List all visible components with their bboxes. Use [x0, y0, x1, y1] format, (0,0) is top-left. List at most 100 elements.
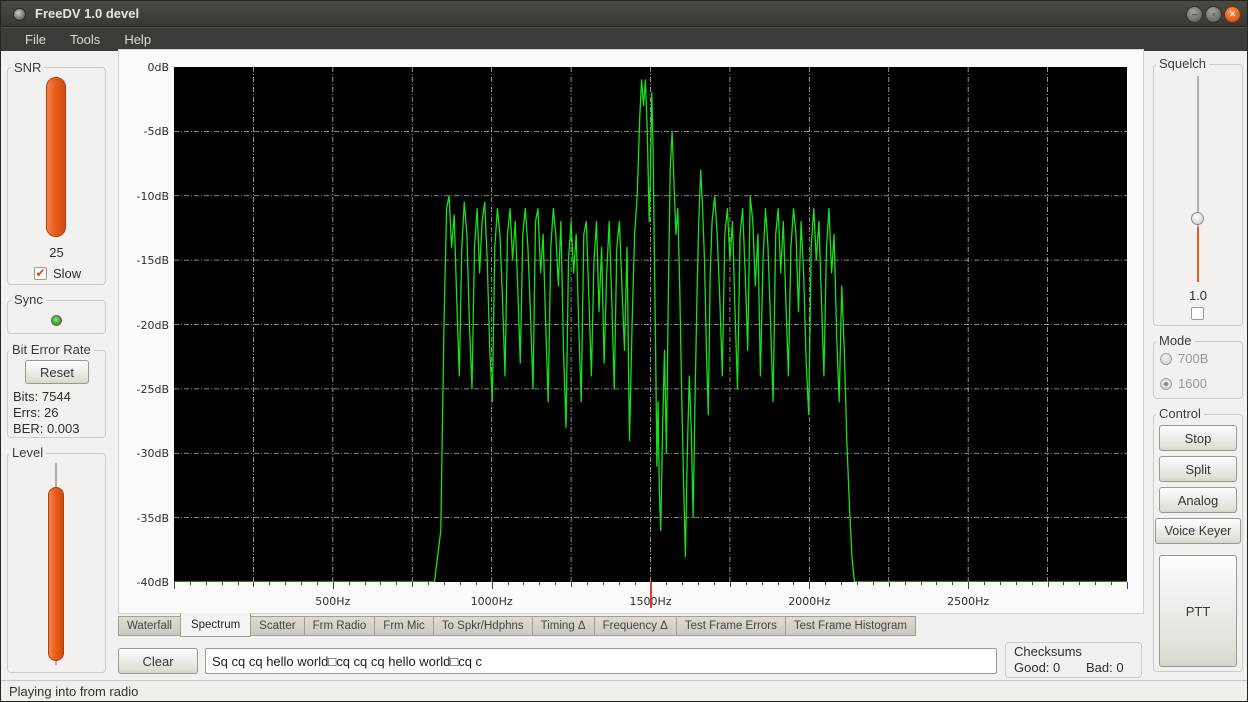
check-icon: ✔ [35, 266, 45, 280]
squelch-slider-fill [1197, 227, 1199, 282]
axis-tick [508, 582, 509, 585]
tab-frequency[interactable]: Frequency Δ [594, 616, 677, 636]
clear-button[interactable]: Clear [118, 648, 198, 674]
radio-icon [1160, 378, 1172, 390]
axis-tick [603, 582, 604, 585]
axis-tick [873, 582, 874, 585]
y-axis-label: -15dB [119, 254, 169, 267]
spectrum-panel: 0dB-5dB-10dB-15dB-20dB-25dB-30dB-35dB-40… [118, 49, 1144, 614]
axis-tick [333, 582, 334, 589]
tab-frm-mic[interactable]: Frm Mic [374, 616, 434, 636]
tab-scatter[interactable]: Scatter [250, 616, 304, 636]
slow-checkbox[interactable]: ✔ [34, 267, 47, 280]
bits-stat: Bits: 7544 [13, 389, 71, 404]
mode-groupbox: 700B 1600 [1153, 341, 1243, 399]
tab-frm-radio[interactable]: Frm Radio [304, 616, 376, 636]
squelch-group-label: Squelch [1156, 56, 1209, 71]
tab-test-frame-histogram[interactable]: Test Frame Histogram [785, 616, 916, 636]
axis-tick [857, 582, 858, 585]
stop-button[interactable]: Stop [1159, 425, 1237, 451]
axis-tick [968, 582, 969, 589]
level-meter [48, 487, 64, 661]
y-axis-label: 0dB [119, 61, 169, 74]
x-axis-label: 1000Hz [462, 595, 522, 608]
y-axis-label: -25dB [119, 383, 169, 396]
slow-checkbox-label: Slow [53, 266, 81, 281]
close-button[interactable]: ✕ [1224, 6, 1241, 23]
axis-tick [428, 582, 429, 585]
axis-tick [746, 582, 747, 585]
spectrum-plot-area[interactable] [174, 67, 1127, 582]
radio-700b[interactable]: 700B [1160, 351, 1208, 366]
tab-timing[interactable]: Timing Δ [532, 616, 595, 636]
axis-tick [222, 582, 223, 585]
x-axis-label: 500Hz [303, 595, 363, 608]
y-axis-label: -30dB [119, 447, 169, 460]
tab-test-frame-errors[interactable]: Test Frame Errors [676, 616, 786, 636]
tab-waterfall[interactable]: Waterfall [118, 616, 181, 636]
axis-tick [762, 582, 763, 585]
squelch-checkbox[interactable] [1191, 307, 1204, 320]
analog-button[interactable]: Analog [1159, 487, 1237, 513]
spectrum-chart [174, 67, 1127, 582]
axis-tick [253, 582, 254, 587]
axis-tick [714, 582, 715, 585]
menu-item-help[interactable]: Help [114, 30, 161, 49]
axis-tick [539, 582, 540, 585]
y-axis-label: -35dB [119, 512, 169, 525]
tab-to-spkr-hdphns[interactable]: To Spkr/Hdphns [433, 616, 533, 636]
axis-tick [666, 582, 667, 585]
received-text-field[interactable] [205, 648, 997, 674]
axis-tick [1127, 582, 1128, 589]
voice-keyer-button[interactable]: Voice Keyer [1155, 518, 1241, 544]
squelch-slider-thumb[interactable] [1191, 212, 1204, 225]
axis-tick [190, 582, 191, 585]
app-window: FreeDV 1.0 devel –▫✕ FileToolsHelp SNR 2… [0, 0, 1248, 702]
freq-marker[interactable] [650, 582, 652, 608]
errs-stat: Errs: 26 [13, 405, 59, 420]
y-axis-label: -10dB [119, 190, 169, 203]
ptt-button[interactable]: PTT [1159, 555, 1237, 667]
status-text: Playing into from radio [9, 684, 138, 699]
axis-tick [571, 582, 572, 587]
axis-tick [730, 582, 731, 587]
y-axis-label: -5dB [119, 125, 169, 138]
axis-tick [698, 582, 699, 585]
axis-tick [587, 582, 588, 585]
split-button[interactable]: Split [1159, 456, 1237, 482]
menu-bar: FileToolsHelp [1, 27, 1248, 51]
axis-tick [905, 582, 906, 585]
reset-button[interactable]: Reset [25, 360, 89, 384]
x-axis-label: 2500Hz [938, 595, 998, 608]
app-icon [13, 8, 26, 21]
axis-tick [460, 582, 461, 585]
y-axis-label: -40dB [119, 576, 169, 589]
axis-tick [635, 582, 636, 585]
menu-item-tools[interactable]: Tools [60, 30, 110, 49]
axis-tick [206, 582, 207, 585]
radio-1600[interactable]: 1600 [1160, 376, 1207, 391]
control-buttons: Stop Split Analog Voice Keyer PTT [1153, 414, 1243, 672]
minimize-button[interactable]: – [1186, 6, 1203, 23]
squelch-value: 1.0 [1153, 288, 1243, 303]
axis-tick [825, 582, 826, 585]
tab-strip: WaterfallSpectrumScatterFrm RadioFrm Mic… [118, 614, 915, 638]
menu-item-file[interactable]: File [15, 30, 56, 49]
sync-group-label: Sync [11, 292, 46, 307]
axis-tick [269, 582, 270, 585]
ber-stat: BER: 0.003 [13, 421, 80, 436]
axis-tick [1048, 582, 1049, 587]
radio-icon [1160, 353, 1172, 365]
axis-tick [682, 582, 683, 585]
axis-tick [349, 582, 350, 585]
axis-tick [778, 582, 779, 585]
axis-tick [523, 582, 524, 585]
mode-group-label: Mode [1156, 333, 1195, 348]
maximize-button[interactable]: ▫ [1205, 6, 1222, 23]
tab-spectrum[interactable]: Spectrum [180, 613, 251, 637]
radio-label: 1600 [1178, 376, 1207, 391]
checksums-good: Good: 0 [1014, 660, 1060, 675]
axis-tick [921, 582, 922, 585]
axis-tick [809, 582, 810, 589]
axis-tick [1095, 582, 1096, 585]
